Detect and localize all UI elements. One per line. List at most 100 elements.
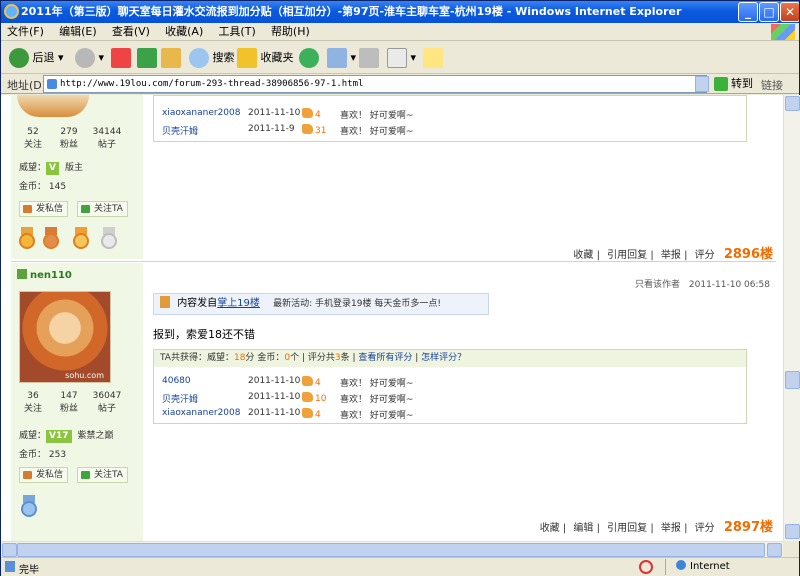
rate-time: 2011-11-10 xyxy=(248,408,301,418)
address-input[interactable]: http://www.19lou.com/forum-293-thread-38… xyxy=(43,75,707,93)
post1-stat-posts[interactable]: 34144 帖子 xyxy=(89,127,125,150)
post1-coins: 金币： 145 xyxy=(19,182,67,192)
post2-stat-fans[interactable]: 147 粉丝 xyxy=(51,391,87,414)
how-to-rate-link[interactable]: 怎样评分？ xyxy=(421,353,466,363)
quote-reply-link[interactable]: 引用回复 xyxy=(607,523,647,534)
go-button[interactable]: 转到 xyxy=(713,75,753,93)
rate-reason: 喜欢！ 好可爱啊~ xyxy=(340,379,414,389)
medal-icon[interactable] xyxy=(41,227,61,249)
trophy-icon[interactable] xyxy=(99,227,119,249)
menu-help[interactable]: 帮助(H) xyxy=(265,23,316,41)
favorite-link[interactable]: 收藏 xyxy=(540,523,560,534)
post1-avatar[interactable] xyxy=(17,95,89,117)
rate-user[interactable]: 40680 xyxy=(162,376,191,386)
rate-user[interactable]: 贝壳汗姆 xyxy=(162,392,198,405)
post2-username[interactable]: nen110 xyxy=(17,269,72,281)
menu-file[interactable]: 文件(F) xyxy=(1,23,50,41)
post2-actions: 收藏 | 编辑 | 引用回复 | 举报 | 评分 2897楼 xyxy=(539,520,773,535)
user-icon xyxy=(17,269,27,279)
forward-arrow-icon xyxy=(75,48,95,68)
post1-author-panel: 52 关注 279 粉丝 34144 帖子 威望： V 版主 金币： 145 发私信 关注… xyxy=(11,95,143,259)
page-content: 52 关注 279 粉丝 34144 帖子 威望： V 版主 金币： 145 发私信 关注… xyxy=(1,95,783,541)
menu-view[interactable]: 查看(V) xyxy=(106,23,156,41)
discuss-button[interactable] xyxy=(423,46,443,70)
post2-coins: 金币： 253 xyxy=(19,450,67,460)
view-all-rates-link[interactable]: 查看所有评分 xyxy=(358,353,412,363)
rate-time: 2011-11-10 xyxy=(248,108,301,118)
search-button[interactable]: 搜索 xyxy=(189,46,235,70)
security-zone[interactable]: Internet xyxy=(665,559,797,575)
post1-follow-button[interactable]: 关注TA xyxy=(77,201,128,217)
quote-reply-link[interactable]: 引用回复 xyxy=(607,250,647,261)
note-icon xyxy=(423,48,443,68)
rate-user[interactable]: 贝壳汗姆 xyxy=(162,124,198,137)
mobile-link[interactable]: 掌上19楼 xyxy=(217,298,260,309)
post1-message-button[interactable]: 发私信 xyxy=(19,201,69,217)
rate-user[interactable]: xiaoxananer2008 xyxy=(162,108,240,118)
menu-tools[interactable]: 工具(T) xyxy=(212,23,261,41)
post2-stat-following[interactable]: 36 关注 xyxy=(15,391,51,414)
refresh-icon xyxy=(137,48,157,68)
minimize-button[interactable]: _ xyxy=(738,2,758,22)
refresh-button[interactable] xyxy=(137,46,157,70)
post2-avatar[interactable]: sohu.com xyxy=(19,291,111,383)
only-author-link[interactable]: 只看该作者 xyxy=(635,280,680,290)
star-icon xyxy=(237,48,257,68)
edit-button[interactable]: ▾ xyxy=(387,46,416,70)
scroll-down-button[interactable] xyxy=(785,524,800,539)
status-text: 完毕 xyxy=(19,565,39,576)
post2-follow-button[interactable]: 关注TA xyxy=(77,467,128,483)
medal-icon[interactable] xyxy=(19,495,39,517)
thumbs-up-icon xyxy=(302,108,313,118)
rate-link[interactable]: 评分 xyxy=(695,523,715,534)
scroll-right-button[interactable] xyxy=(767,543,782,557)
rate-score: 10 xyxy=(315,394,327,404)
level-badge: V17 xyxy=(46,430,72,443)
search-icon xyxy=(189,48,209,68)
favorites-button[interactable]: 收藏夹 xyxy=(237,46,294,70)
news-link[interactable]: 最新活动: 手机登录19楼 每天金币多一点! xyxy=(273,299,441,309)
menu-edit[interactable]: 编辑(E) xyxy=(53,23,103,41)
address-dropdown-button[interactable] xyxy=(695,76,709,92)
printer-icon xyxy=(359,48,379,68)
rate-reason: 喜欢！ 好可爱啊~ xyxy=(340,127,414,137)
medal-icon[interactable] xyxy=(71,227,91,249)
mail-button[interactable]: ▾ xyxy=(327,46,356,70)
post1-stat-following[interactable]: 52 关注 xyxy=(15,127,51,150)
forward-button[interactable]: ▾ xyxy=(75,46,104,70)
rate-link[interactable]: 评分 xyxy=(695,250,715,261)
report-link[interactable]: 举报 xyxy=(661,250,681,261)
horizontal-scroll-thumb[interactable] xyxy=(17,543,765,557)
rate-reason: 喜欢！ 好可爱啊~ xyxy=(340,111,414,121)
scroll-up-button[interactable] xyxy=(785,96,800,111)
ie-logo-icon xyxy=(4,4,19,19)
horizontal-scrollbar[interactable] xyxy=(1,541,783,557)
window-title: 2011年（第三版）聊天室每日灌水交流报到加分贴（相互加分）-第97页-淮车主聊… xyxy=(21,5,682,18)
edit-link[interactable]: 编辑 xyxy=(573,523,593,534)
browser-window: 2011年（第三版）聊天室每日灌水交流报到加分贴（相互加分）-第97页-淮车主聊… xyxy=(0,0,800,576)
rate-user[interactable]: xiaoxananer2008 xyxy=(162,408,240,418)
scroll-left-button[interactable] xyxy=(2,543,17,557)
stop-button[interactable] xyxy=(111,46,131,70)
home-icon xyxy=(161,48,181,68)
post2-body: 报到，索爱18还不错 xyxy=(153,328,255,341)
medal-icon[interactable] xyxy=(17,227,37,249)
post1-stat-fans[interactable]: 279 粉丝 xyxy=(51,127,87,150)
post2-message-button[interactable]: 发私信 xyxy=(19,467,69,483)
vertical-scrollbar[interactable] xyxy=(783,95,800,541)
menu-favorites[interactable]: 收藏(A) xyxy=(159,23,209,41)
maximize-button[interactable]: □ xyxy=(759,2,779,22)
blocked-icon[interactable] xyxy=(639,560,653,574)
print-button[interactable] xyxy=(359,46,379,70)
favorite-link[interactable]: 收藏 xyxy=(573,250,593,261)
close-button[interactable]: ✕ xyxy=(780,2,799,22)
floor-number[interactable]: 2897楼 xyxy=(724,520,773,535)
home-button[interactable] xyxy=(161,46,181,70)
floor-number[interactable]: 2896楼 xyxy=(724,247,773,262)
back-button[interactable]: 后退 ▾ xyxy=(9,46,64,70)
post2-stat-posts[interactable]: 36047 帖子 xyxy=(89,391,125,414)
vertical-scroll-thumb[interactable] xyxy=(785,371,800,389)
links-button[interactable]: 链接 xyxy=(761,77,783,93)
history-button[interactable] xyxy=(299,46,319,70)
report-link[interactable]: 举报 xyxy=(661,523,681,534)
